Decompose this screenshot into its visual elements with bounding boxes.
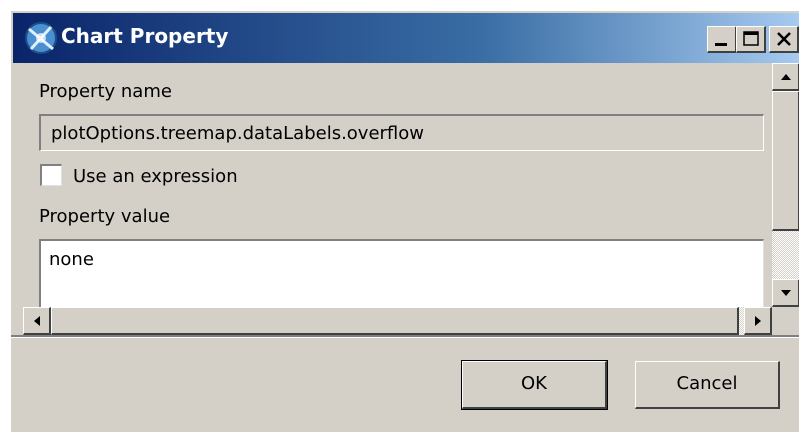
cancel-button[interactable]: Cancel: [635, 361, 780, 409]
scroll-left-button[interactable]: [23, 307, 51, 335]
chart-property-dialog: Chart Property Property name plotOptions…: [10, 10, 799, 432]
use-expression-checkbox[interactable]: [40, 164, 62, 186]
vertical-scroll-thumb[interactable]: [772, 91, 799, 231]
property-name-label: Property name: [39, 81, 172, 102]
arrow-left-icon: [34, 316, 40, 326]
arrow-down-icon: [781, 290, 791, 296]
title-bar[interactable]: Chart Property: [13, 13, 799, 63]
maximize-icon: [743, 31, 759, 46]
scroll-down-button[interactable]: [772, 279, 799, 307]
scroll-right-button[interactable]: [744, 307, 772, 335]
arrow-up-icon: [781, 74, 791, 80]
horizontal-scroll-thumb[interactable]: [51, 307, 739, 335]
property-value-input[interactable]: none: [39, 239, 764, 307]
property-value-label: Property value: [39, 206, 171, 227]
property-name-field: plotOptions.treemap.dataLabels.overflow: [39, 114, 764, 151]
horizontal-scrollbar[interactable]: [23, 307, 772, 335]
ok-button[interactable]: OK: [461, 360, 608, 410]
minimize-icon: [715, 43, 727, 46]
close-icon: [777, 32, 791, 46]
arrow-right-icon: [755, 316, 761, 326]
vertical-scrollbar[interactable]: [772, 63, 799, 307]
button-bar-divider: [11, 335, 799, 338]
window-title: Chart Property: [61, 24, 229, 48]
scroll-up-button[interactable]: [772, 63, 799, 91]
use-expression-label[interactable]: Use an expression: [73, 166, 238, 187]
close-button[interactable]: [769, 26, 799, 53]
maximize-button[interactable]: [736, 26, 766, 53]
app-icon: [23, 19, 59, 57]
minimize-button[interactable]: [707, 26, 737, 53]
